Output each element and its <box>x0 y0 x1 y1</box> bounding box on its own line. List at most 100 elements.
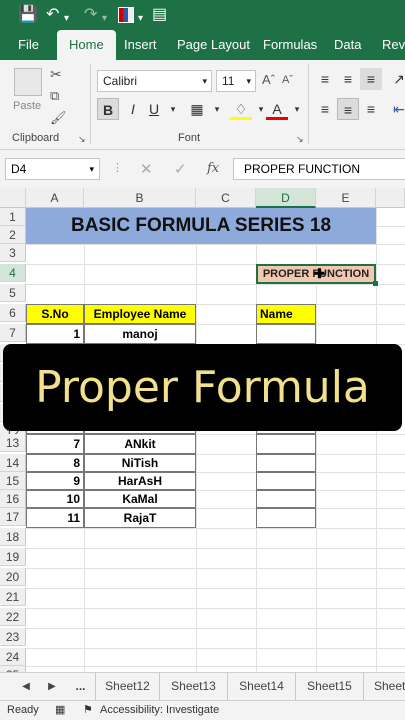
formula-input[interactable]: PROPER FUNCTION <box>233 158 405 180</box>
column-header-f[interactable] <box>376 188 405 208</box>
font-launcher-icon[interactable]: ↘ <box>296 134 304 145</box>
macro-icon[interactable]: ▦ <box>55 703 65 716</box>
customize-icon[interactable]: ▤ <box>152 6 167 24</box>
cut-icon[interactable]: ✂ <box>50 66 62 83</box>
sheet-tab-sheet16[interactable]: Sheet <box>364 673 405 700</box>
table-cell-result[interactable] <box>256 324 316 344</box>
row-header[interactable]: 1 <box>0 208 26 226</box>
paste-icon[interactable] <box>14 68 42 96</box>
align-middle-icon[interactable]: ≡ <box>337 68 359 90</box>
chevron-down-icon[interactable]: ▾ <box>162 98 184 120</box>
name-box[interactable]: D4 ▾ <box>5 158 100 180</box>
row-header[interactable]: 16 <box>0 490 26 508</box>
header-name-cell[interactable]: Name <box>256 304 316 324</box>
tab-home[interactable]: Home <box>57 30 116 60</box>
scroll-right-icon[interactable]: ▶ <box>40 673 64 700</box>
sheet-title-cell[interactable]: BASIC FORMULA SERIES 18 <box>26 208 376 244</box>
column-header-a[interactable]: A <box>26 188 84 208</box>
more-sheets-button[interactable]: ... <box>66 673 96 700</box>
fill-color-icon[interactable]: ♢ <box>230 98 252 120</box>
table-cell-result[interactable] <box>256 454 316 472</box>
row-header[interactable]: 23 <box>0 628 26 646</box>
accessibility-icon[interactable]: ⚑ <box>83 703 93 716</box>
scroll-left-icon[interactable]: ◀ <box>14 673 38 700</box>
row-header[interactable]: 2 <box>0 226 26 244</box>
redo-icon[interactable]: ↷ <box>84 6 97 24</box>
sheet-tab-sheet14[interactable]: Sheet14 <box>228 673 296 700</box>
sheet-tab-sheet15[interactable]: Sheet15 <box>296 673 364 700</box>
row-header[interactable]: 6 <box>0 304 26 322</box>
row-header[interactable]: 19 <box>0 548 26 566</box>
column-header-e[interactable]: E <box>316 188 376 208</box>
row-header[interactable]: 4 <box>0 264 26 282</box>
undo-icon[interactable]: ↶ <box>46 6 59 24</box>
table-cell-sno[interactable]: 8 <box>26 454 84 472</box>
selected-cell-d4[interactable]: PROPER FUNCTION ✚ <box>256 264 376 284</box>
table-cell-result[interactable] <box>256 434 316 454</box>
select-all-corner[interactable] <box>0 188 26 208</box>
table-cell-result[interactable] <box>256 472 316 490</box>
table-cell-result[interactable] <box>256 490 316 508</box>
indent-icon[interactable]: ⇤ <box>388 98 405 120</box>
format-painter-icon[interactable]: 🖌 <box>50 110 67 126</box>
sheet-tab-sheet12[interactable]: Sheet12 <box>96 673 160 700</box>
borders-icon[interactable]: ▦ <box>186 98 208 120</box>
row-header[interactable]: 21 <box>0 588 26 606</box>
row-header[interactable]: 15 <box>0 472 26 490</box>
enter-icon[interactable]: ✓ <box>174 160 187 178</box>
fill-handle[interactable] <box>373 281 378 286</box>
row-header[interactable]: 18 <box>0 528 26 546</box>
row-header[interactable]: 7 <box>0 324 26 342</box>
align-bottom-icon[interactable]: ≡ <box>360 68 382 90</box>
column-header-b[interactable]: B <box>84 188 196 208</box>
row-header[interactable]: 17 <box>0 508 26 526</box>
table-cell-sno[interactable]: 10 <box>26 490 84 508</box>
increase-font-icon[interactable]: Aˆ <box>262 72 275 87</box>
header-employee-name-cell[interactable]: Employee Name <box>84 304 196 324</box>
tab-page-layout[interactable]: Page Layout <box>177 30 250 60</box>
theme-dropdown-icon[interactable]: ▾ <box>138 10 143 28</box>
align-top-icon[interactable]: ≡ <box>314 68 336 90</box>
header-sno-cell[interactable]: S.No <box>26 304 84 324</box>
tab-data[interactable]: Data <box>334 30 361 60</box>
table-cell-name[interactable]: NiTish <box>84 454 196 472</box>
table-cell-name[interactable]: ANkit <box>84 434 196 454</box>
row-header[interactable]: 22 <box>0 608 26 626</box>
table-cell-sno[interactable]: 11 <box>26 508 84 528</box>
font-size-box[interactable]: 11 ▾ <box>216 70 256 92</box>
table-cell-name[interactable]: KaMal <box>84 490 196 508</box>
sheet-tab-sheet13[interactable]: Sheet13 <box>160 673 228 700</box>
paste-label[interactable]: Paste <box>13 100 41 112</box>
undo-dropdown-icon[interactable]: ▾ <box>64 10 69 28</box>
tab-insert[interactable]: Insert <box>124 30 157 60</box>
row-header[interactable]: 3 <box>0 244 26 262</box>
font-name-box[interactable]: Calibri ▾ <box>97 70 212 92</box>
row-header[interactable]: 14 <box>0 454 26 472</box>
insert-function-icon[interactable]: fx <box>207 161 219 176</box>
bold-button[interactable]: B <box>97 98 119 120</box>
align-right-icon[interactable]: ≡ <box>360 98 382 120</box>
chevron-down-icon[interactable]: ▾ <box>206 98 228 120</box>
tab-review[interactable]: Revi <box>382 30 405 60</box>
column-header-c[interactable]: C <box>196 188 256 208</box>
table-cell-result[interactable] <box>256 508 316 528</box>
copy-icon[interactable]: ⧉ <box>50 88 59 104</box>
cancel-icon[interactable]: ✕ <box>140 160 153 178</box>
table-cell-sno[interactable]: 1 <box>26 324 84 344</box>
font-color-icon[interactable]: A <box>266 98 288 120</box>
row-header[interactable]: 5 <box>0 284 26 302</box>
tab-file[interactable]: File <box>18 30 39 60</box>
column-header-d[interactable]: D <box>256 188 316 208</box>
save-icon[interactable]: 💾 <box>18 6 38 24</box>
tab-formulas[interactable]: Formulas <box>263 30 317 60</box>
chevron-down-icon[interactable]: ▾ <box>286 98 308 120</box>
row-header[interactable]: 13 <box>0 434 26 452</box>
row-header[interactable]: 24 <box>0 648 26 666</box>
table-cell-sno[interactable]: 9 <box>26 472 84 490</box>
align-center-icon[interactable]: ≡ <box>337 98 359 120</box>
table-cell-name[interactable]: RajaT <box>84 508 196 528</box>
align-left-icon[interactable]: ≡ <box>314 98 336 120</box>
row-header[interactable]: 20 <box>0 568 26 586</box>
theme-icon[interactable] <box>118 7 134 23</box>
table-cell-sno[interactable]: 7 <box>26 434 84 454</box>
